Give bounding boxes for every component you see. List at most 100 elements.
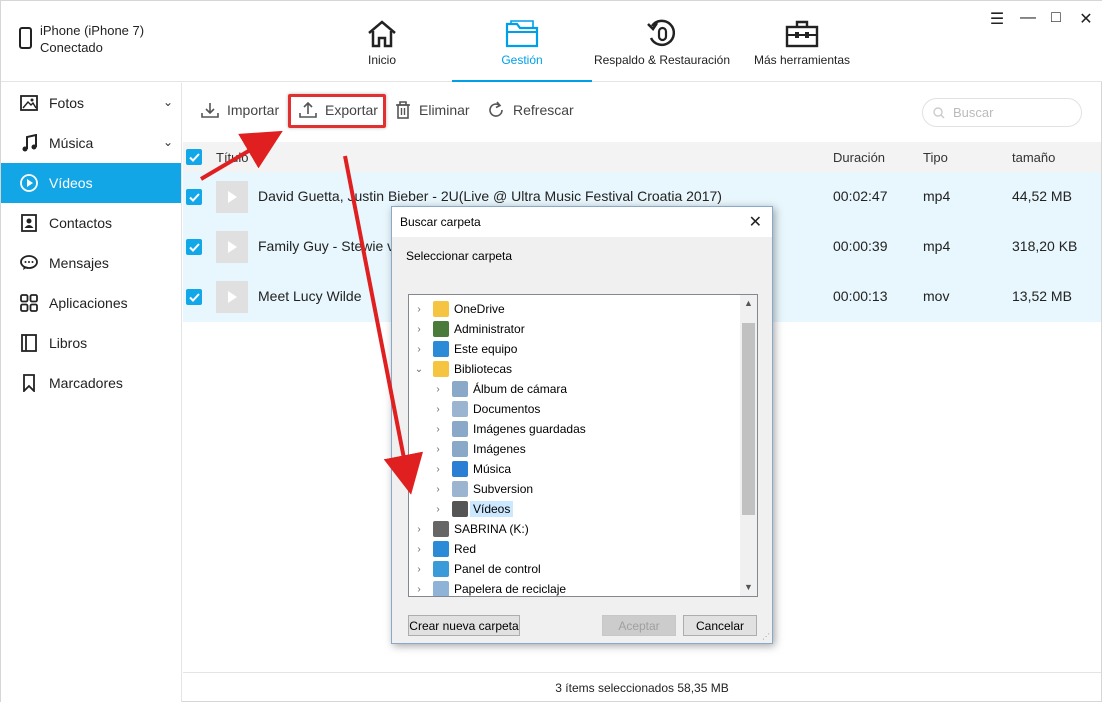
sidebar-item-videos[interactable]: Vídeos <box>1 163 181 203</box>
music-icon <box>19 133 39 153</box>
folder-icon <box>433 301 449 317</box>
search-input[interactable]: Buscar <box>922 98 1082 127</box>
tree-item[interactable]: › OneDrive <box>413 299 505 319</box>
bookmark-icon <box>19 373 39 393</box>
import-icon <box>201 101 219 119</box>
tree-item-label: Administrator <box>454 322 525 336</box>
chevron-right-icon[interactable]: › <box>432 404 444 415</box>
chevron-down-icon[interactable]: ⌄ <box>163 135 173 149</box>
chevron-right-icon[interactable]: › <box>413 564 425 575</box>
tree-item[interactable]: › SABRINA (K:) <box>413 519 529 539</box>
tree-item-label: Imágenes <box>473 442 526 456</box>
chevron-right-icon[interactable]: › <box>432 384 444 395</box>
header-title[interactable]: Título <box>216 150 249 165</box>
sidebar-item-aplicaciones[interactable]: Aplicaciones <box>1 283 181 323</box>
sidebar-item-contactos[interactable]: Contactos <box>1 203 181 243</box>
chevron-right-icon[interactable]: › <box>413 324 425 335</box>
select-all-checkbox[interactable] <box>186 149 202 165</box>
chevron-right-icon[interactable]: › <box>413 524 425 535</box>
close-icon[interactable]: ✕ <box>1076 9 1096 29</box>
tree-item[interactable]: › Música <box>432 459 511 479</box>
chevron-right-icon[interactable]: › <box>413 344 425 355</box>
menu-icon[interactable]: ☰ <box>987 9 1007 29</box>
tree-item[interactable]: › Subversion <box>432 479 533 499</box>
sidebar-item-libros[interactable]: Libros <box>1 323 181 363</box>
tree-item-label: Este equipo <box>454 342 518 356</box>
chevron-right-icon[interactable]: › <box>413 304 425 315</box>
sidebar-item-mensajes[interactable]: Mensajes <box>1 243 181 283</box>
scroll-down-icon[interactable]: ▼ <box>740 579 757 596</box>
resize-grip-icon[interactable]: ⋰ <box>762 632 770 641</box>
accept-button[interactable]: Aceptar <box>602 615 676 636</box>
nav-inicio[interactable]: Inicio <box>332 1 432 82</box>
row-size: 13,52 MB <box>1012 288 1072 304</box>
tree-scrollbar[interactable]: ▲ ▼ <box>740 295 757 596</box>
chevron-right-icon[interactable]: › <box>413 584 425 595</box>
close-icon[interactable]: ✕ <box>749 212 762 232</box>
user-icon <box>433 321 449 337</box>
chevron-right-icon[interactable]: › <box>413 544 425 555</box>
tree-item[interactable]: › Imágenes <box>432 439 526 459</box>
tree-item[interactable]: › Este equipo <box>413 339 517 359</box>
sidebar-item-marcadores[interactable]: Marcadores <box>1 363 181 403</box>
tree-item[interactable]: › Álbum de cámara <box>432 379 567 399</box>
tree-item[interactable]: › Red <box>413 539 476 559</box>
library-item-icon <box>452 421 468 437</box>
import-button[interactable]: Importar <box>201 101 279 119</box>
row-title: David Guetta, Justin Bieber - 2U(Live @ … <box>258 188 722 204</box>
library-icon <box>433 361 449 377</box>
header-type[interactable]: Tipo <box>923 150 948 165</box>
refresh-button[interactable]: Refrescar <box>487 101 574 119</box>
tree-item-label: Música <box>473 462 512 476</box>
maximize-icon[interactable]: □ <box>1046 9 1066 27</box>
tree-item[interactable]: › Vídeos <box>432 499 514 519</box>
chevron-right-icon[interactable]: › <box>432 424 444 435</box>
tree-item[interactable]: › Imágenes guardadas <box>432 419 586 439</box>
sidebar-item-fotos[interactable]: Fotos ⌄ <box>1 83 181 123</box>
chevron-right-icon[interactable]: › <box>432 444 444 455</box>
tree-item[interactable]: ⌄ Bibliotecas <box>413 359 512 379</box>
sidebar-item-musica[interactable]: Música ⌄ <box>1 123 181 163</box>
app-window: iPhone (iPhone 7) Conectado Inicio Gesti… <box>0 0 1102 702</box>
table-header: Título Duración Tipo tamaño <box>183 142 1101 172</box>
search-placeholder: Buscar <box>953 105 994 120</box>
chevron-right-icon[interactable]: › <box>432 484 444 495</box>
delete-button[interactable]: Eliminar <box>395 101 470 119</box>
row-checkbox[interactable] <box>186 289 202 305</box>
tree-item-label: Vídeos <box>470 501 514 517</box>
tree-item[interactable]: › Papelera de reciclaje <box>413 579 566 596</box>
minimize-icon[interactable]: — <box>1018 9 1038 27</box>
sidebar-item-label: Marcadores <box>49 375 123 391</box>
tree-item[interactable]: › Administrator <box>413 319 525 339</box>
tree-item[interactable]: › Documentos <box>432 399 540 419</box>
nav-respaldo[interactable]: Respaldo & Restauración <box>591 1 733 82</box>
new-folder-button[interactable]: Crear nueva carpeta <box>408 615 520 636</box>
row-checkbox[interactable] <box>186 189 202 205</box>
sidebar-item-label: Aplicaciones <box>49 295 128 311</box>
message-icon <box>19 253 39 273</box>
sidebar-item-label: Libros <box>49 335 88 351</box>
video-thumbnail <box>216 181 248 213</box>
nav-gestion[interactable]: Gestión <box>452 1 592 82</box>
scroll-thumb[interactable] <box>742 323 755 515</box>
video-library-icon <box>452 501 468 517</box>
tree-item-label: Álbum de cámara <box>473 382 568 396</box>
row-duration: 00:00:13 <box>833 288 888 304</box>
top-bar: iPhone (iPhone 7) Conectado Inicio Gesti… <box>1 1 1102 82</box>
device-info[interactable]: iPhone (iPhone 7) Conectado <box>19 22 144 56</box>
nav-mas-herramientas[interactable]: Más herramientas <box>743 1 861 82</box>
chevron-down-icon[interactable]: ⌄ <box>163 95 173 109</box>
cancel-button[interactable]: Cancelar <box>683 615 757 636</box>
header-size[interactable]: tamaño <box>1012 150 1055 165</box>
chevron-right-icon[interactable]: › <box>432 504 444 515</box>
sidebar-item-label: Mensajes <box>49 255 109 271</box>
chevron-right-icon[interactable]: › <box>432 464 444 475</box>
chevron-down-icon[interactable]: ⌄ <box>413 364 425 375</box>
row-checkbox[interactable] <box>186 239 202 255</box>
row-duration: 00:00:39 <box>833 238 888 254</box>
tree-item[interactable]: › Panel de control <box>413 559 541 579</box>
scroll-up-icon[interactable]: ▲ <box>740 295 757 312</box>
tree-item-label: OneDrive <box>454 302 505 316</box>
header-duration[interactable]: Duración <box>833 150 885 165</box>
folder-tree[interactable]: › OneDrive › Administrator › Este equipo ⌄ Bibl… <box>408 294 758 597</box>
